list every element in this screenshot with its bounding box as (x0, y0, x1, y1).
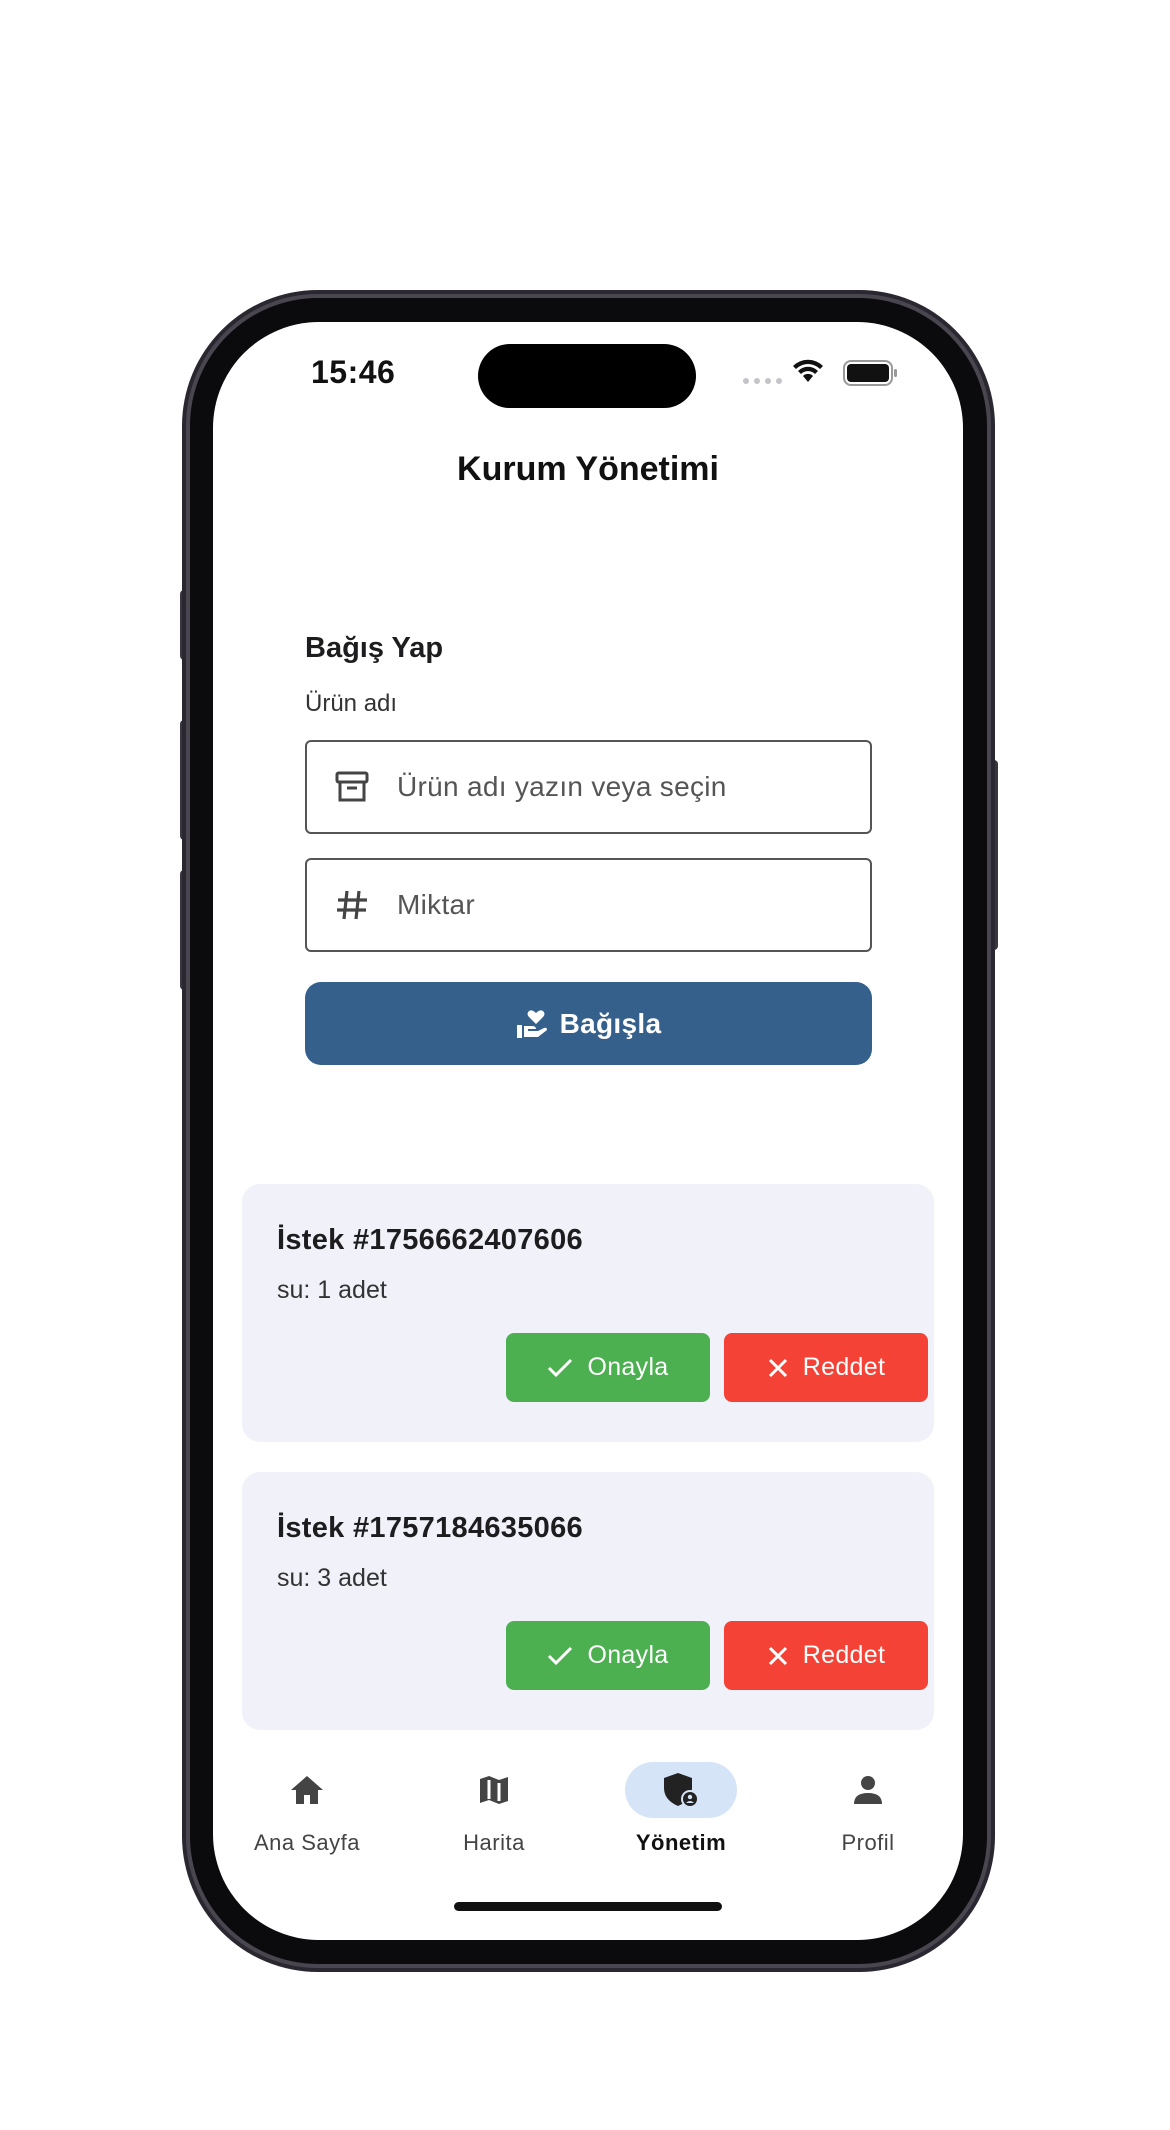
reject-label: Reddet (802, 1641, 886, 1669)
approve-label: Onayla (587, 1641, 669, 1669)
close-icon (768, 1358, 787, 1377)
request-title: İstek #1757184635066 (277, 1512, 583, 1544)
power-button (990, 760, 998, 950)
request-card: İstek #1757184635066 su: 3 adet Onayla R… (242, 1472, 934, 1730)
check-icon (548, 1646, 573, 1665)
product-name-label: Ürün adı (305, 690, 398, 717)
page-title: Kurum Yönetimi (457, 450, 719, 488)
wifi-icon (793, 359, 823, 382)
action-button (180, 590, 188, 660)
check-icon (548, 1358, 573, 1377)
volume-down-button (180, 870, 188, 990)
volunteer-hand-heart-icon (516, 1009, 547, 1038)
approve-label: Onayla (587, 1353, 669, 1381)
nav-item-profile[interactable]: Profil (788, 1762, 948, 1856)
reject-button[interactable]: Reddet (724, 1621, 928, 1690)
amount-input[interactable]: Miktar (305, 858, 872, 952)
volume-up-button (180, 720, 188, 840)
reject-button[interactable]: Reddet (724, 1333, 928, 1402)
product-name-placeholder: Ürün adı yazın veya seçin (397, 771, 727, 802)
hash-icon (307, 887, 397, 923)
phone-screen: 15:46 Kurum Yönetimi Bağış Yap Ürün adı … (213, 322, 963, 1940)
donate-section-title: Bağış Yap (305, 632, 444, 664)
approve-button[interactable]: Onayla (506, 1333, 710, 1402)
product-name-input[interactable]: Ürün adı yazın veya seçin (305, 740, 872, 834)
nav-label-profile: Profil (841, 1830, 895, 1855)
request-detail: su: 3 adet (277, 1564, 387, 1592)
map-icon (480, 1776, 508, 1804)
request-title: İstek #1756662407606 (277, 1224, 583, 1256)
home-indicator[interactable] (454, 1902, 722, 1911)
amount-placeholder: Miktar (397, 889, 476, 920)
donate-button-label: Bağışla (559, 1007, 662, 1039)
bottom-navigation: Ana Sayfa Harita Yönetim Profil (213, 1762, 963, 1872)
cellular-signal-icon (743, 378, 782, 384)
nav-item-home[interactable]: Ana Sayfa (227, 1762, 387, 1856)
request-detail: su: 1 adet (277, 1276, 387, 1304)
reject-label: Reddet (802, 1353, 886, 1381)
battery-icon (843, 360, 897, 386)
nav-label-admin: Yönetim (635, 1830, 727, 1855)
nav-label-home: Ana Sayfa (253, 1830, 360, 1855)
admin-shield-icon (664, 1773, 699, 1808)
donate-button[interactable]: Bağışla (305, 982, 872, 1065)
close-icon (768, 1646, 787, 1665)
approve-button[interactable]: Onayla (506, 1621, 710, 1690)
dynamic-island (478, 344, 696, 408)
archive-box-icon (307, 769, 397, 805)
home-icon (291, 1776, 323, 1804)
nav-label-map: Harita (463, 1830, 525, 1855)
nav-item-admin[interactable]: Yönetim (601, 1762, 761, 1856)
nav-item-map[interactable]: Harita (414, 1762, 574, 1856)
request-card: İstek #1756662407606 su: 1 adet Onayla R… (242, 1184, 934, 1442)
status-time: 15:46 (311, 354, 396, 390)
person-icon (854, 1776, 882, 1804)
